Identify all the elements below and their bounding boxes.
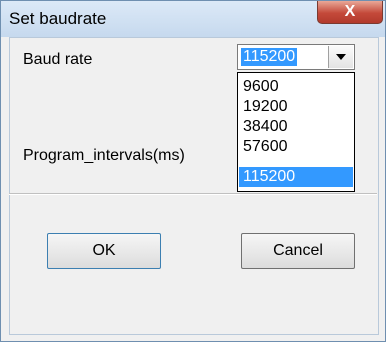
dropdown-button[interactable] [328,46,353,68]
ok-button[interactable]: OK [47,233,161,269]
baud-rate-dropdown-list: 9600 19200 38400 57600 115200 [237,72,355,192]
baud-rate-selected-value: 115200 [241,48,298,66]
baud-option-38400[interactable]: 38400 [239,117,353,137]
window-title: Set baudrate [9,9,107,28]
dialog-window: Set baudrate X Baud rate Program_interva… [0,0,386,342]
baud-option-115200[interactable]: 115200 [239,167,353,187]
baud-option-19200[interactable]: 19200 [239,97,353,117]
title-bar[interactable]: Set baudrate X [1,1,385,37]
baud-option-57600[interactable]: 57600 [239,137,353,157]
baud-rate-label: Baud rate [23,51,93,68]
divider [9,193,377,195]
program-intervals-label: Program_intervals(ms) [23,147,185,164]
baud-rate-select[interactable]: 115200 [237,44,355,70]
baud-option-9600[interactable]: 9600 [239,77,353,97]
close-icon: X [344,3,356,20]
close-button[interactable]: X [317,1,383,24]
cancel-button[interactable]: Cancel [241,233,355,269]
chevron-down-icon [336,54,346,60]
